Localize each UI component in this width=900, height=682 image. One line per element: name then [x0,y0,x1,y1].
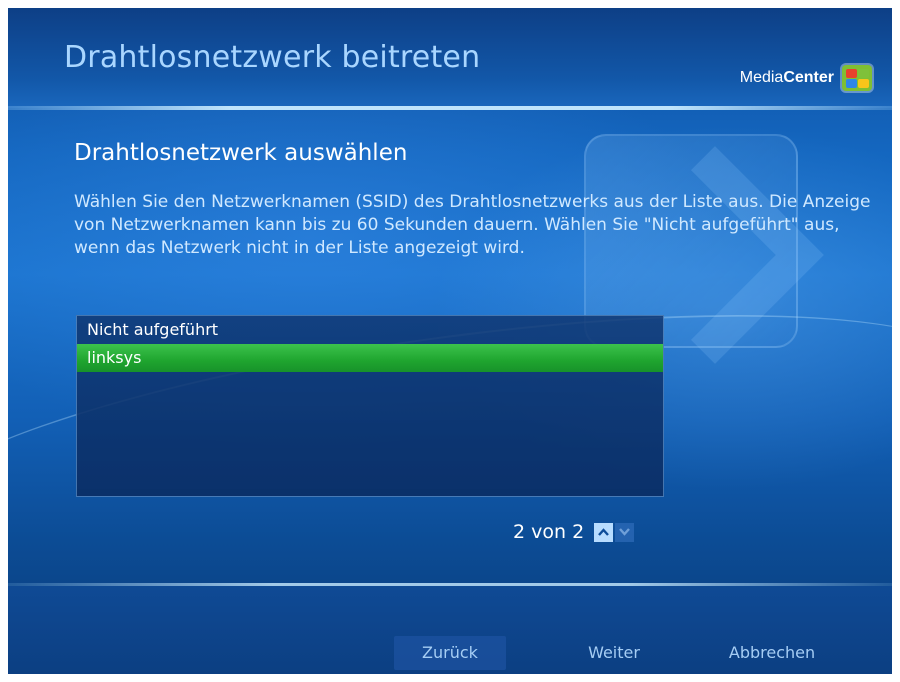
page-count: 2 von 2 [513,521,585,543]
network-list[interactable]: Nicht aufgeführt linksys [76,315,664,497]
network-item-not-listed[interactable]: Nicht aufgeführt [77,316,663,344]
window-title: Drahtlosnetzwerk beitreten [64,40,481,75]
windows-flag-icon [842,65,872,91]
media-center-screen: Drahtlosnetzwerk beitreten Media Center … [8,8,892,674]
list-pager: 2 von 2 [513,521,635,543]
brand-name-center: Center [783,69,834,86]
chevron-up-icon[interactable] [594,522,614,542]
chevron-down-icon[interactable] [615,522,635,542]
cancel-button[interactable]: Abbrechen [716,636,828,670]
brand-name-media: Media [739,69,784,86]
media-center-logo: Media Center [740,65,872,91]
back-button[interactable]: Zurück [394,636,506,670]
instruction-text: Wählen Sie den Netzwerknamen (SSID) des … [74,192,871,258]
next-button[interactable]: Weiter [558,636,670,670]
header-divider [8,106,892,110]
network-item-linksys[interactable]: linksys [77,344,663,372]
section-title: Drahtlosnetzwerk auswählen [74,140,408,166]
